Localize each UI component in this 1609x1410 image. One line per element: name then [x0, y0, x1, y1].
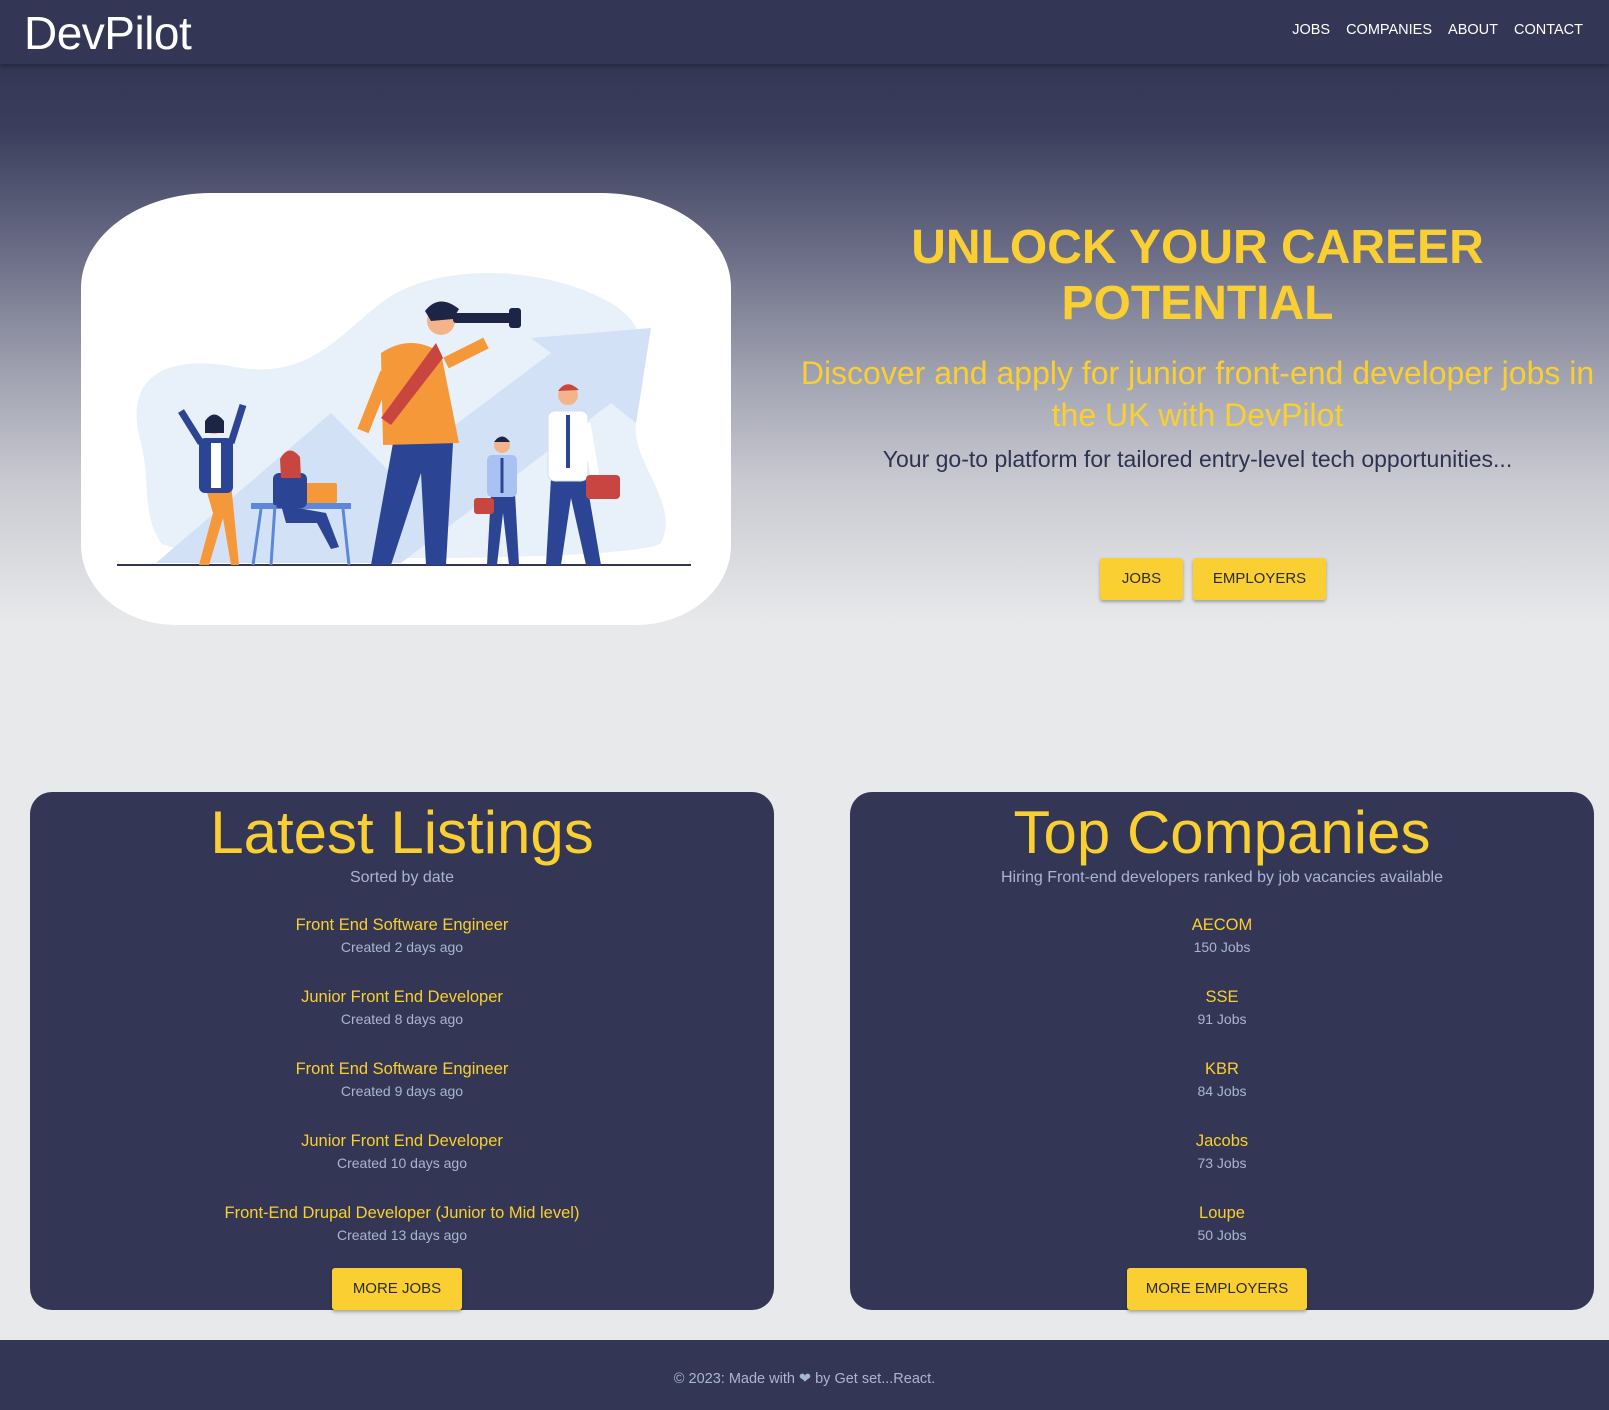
more-employers-button[interactable]: MORE EMPLOYERS — [1127, 1268, 1307, 1310]
company-job-count: 50 Jobs — [1197, 1227, 1247, 1243]
companies-subtitle: Hiring Front-end developers ranked by jo… — [1000, 869, 1444, 886]
listing-date: Created 8 days ago — [340, 1011, 464, 1027]
nav-link-contact[interactable]: CONTACT — [1506, 22, 1591, 38]
hero-jobs-button[interactable]: JOBS — [1100, 558, 1183, 600]
company-item[interactable]: Loupe 50 Jobs — [850, 1203, 1594, 1245]
listing-item[interactable]: Front End Software Engineer Created 9 da… — [30, 1059, 774, 1101]
nav-link-companies[interactable]: COMPANIES — [1338, 22, 1440, 38]
company-job-count: 84 Jobs — [1197, 1083, 1247, 1099]
brand-logo[interactable]: DevPilot — [24, 6, 192, 60]
listing-date: Created 9 days ago — [340, 1083, 464, 1099]
hero-section: UNLOCK YOUR CAREER POTENTIAL Discover an… — [0, 64, 1609, 625]
career-illustration — [117, 273, 691, 566]
hero-tagline: Your go-to platform for tailored entry-l… — [882, 446, 1513, 472]
hero-subtitle: Discover and apply for junior front-end … — [800, 355, 1595, 433]
company-item[interactable]: AECOM 150 Jobs — [850, 915, 1594, 957]
companies-title: Top Companies — [1013, 799, 1431, 866]
company-item[interactable]: SSE 91 Jobs — [850, 987, 1594, 1029]
listing-item[interactable]: Front End Software Engineer Created 2 da… — [30, 915, 774, 957]
company-name[interactable]: Jacobs — [850, 1131, 1594, 1151]
footer-credit: © 2023: Made with ❤ by Get set...React. — [673, 1371, 936, 1387]
listing-title[interactable]: Junior Front End Developer — [30, 1131, 774, 1151]
nav-link-jobs[interactable]: JOBS — [1284, 22, 1338, 38]
listing-item[interactable]: Front-End Drupal Developer (Junior to Mi… — [30, 1203, 774, 1245]
more-jobs-button[interactable]: MORE JOBS — [332, 1268, 462, 1310]
company-item[interactable]: KBR 84 Jobs — [850, 1059, 1594, 1101]
company-job-count: 73 Jobs — [1197, 1155, 1247, 1171]
company-name[interactable]: Loupe — [850, 1203, 1594, 1223]
listing-item[interactable]: Junior Front End Developer Created 10 da… — [30, 1131, 774, 1173]
navbar: DevPilot JOBS COMPANIES ABOUT CONTACT — [0, 0, 1609, 64]
listings-title: Latest Listings — [210, 799, 594, 866]
company-item[interactable]: Jacobs 73 Jobs — [850, 1131, 1594, 1173]
hero-illustration — [81, 193, 731, 625]
listing-date: Created 13 days ago — [337, 1227, 467, 1243]
listing-title[interactable]: Junior Front End Developer — [30, 987, 774, 1007]
nav-link-about[interactable]: ABOUT — [1440, 22, 1506, 38]
listing-date: Created 10 days ago — [337, 1155, 467, 1171]
company-name[interactable]: AECOM — [850, 915, 1594, 935]
hero-employers-button[interactable]: EMPLOYERS — [1193, 558, 1326, 600]
listing-date: Created 2 days ago — [340, 939, 464, 955]
company-name[interactable]: SSE — [850, 987, 1594, 1007]
listing-title[interactable]: Front End Software Engineer — [30, 915, 774, 935]
listing-title[interactable]: Front-End Drupal Developer (Junior to Mi… — [30, 1203, 774, 1223]
listing-title[interactable]: Front End Software Engineer — [30, 1059, 774, 1079]
top-companies-panel: Top Companies Hiring Front-end developer… — [850, 792, 1594, 1310]
company-job-count: 150 Jobs — [1193, 939, 1251, 955]
listings-subtitle: Sorted by date — [349, 869, 455, 886]
company-job-count: 91 Jobs — [1197, 1011, 1247, 1027]
listing-item[interactable]: Junior Front End Developer Created 8 day… — [30, 987, 774, 1029]
footer: © 2023: Made with ❤ by Get set...React. — [0, 1340, 1609, 1410]
company-name[interactable]: KBR — [850, 1059, 1594, 1079]
latest-listings-panel: Latest Listings Sorted by date Front End… — [30, 792, 774, 1310]
nav-links: JOBS COMPANIES ABOUT CONTACT — [1284, 22, 1591, 38]
hero-title: UNLOCK YOUR CAREER POTENTIAL — [911, 221, 1484, 330]
